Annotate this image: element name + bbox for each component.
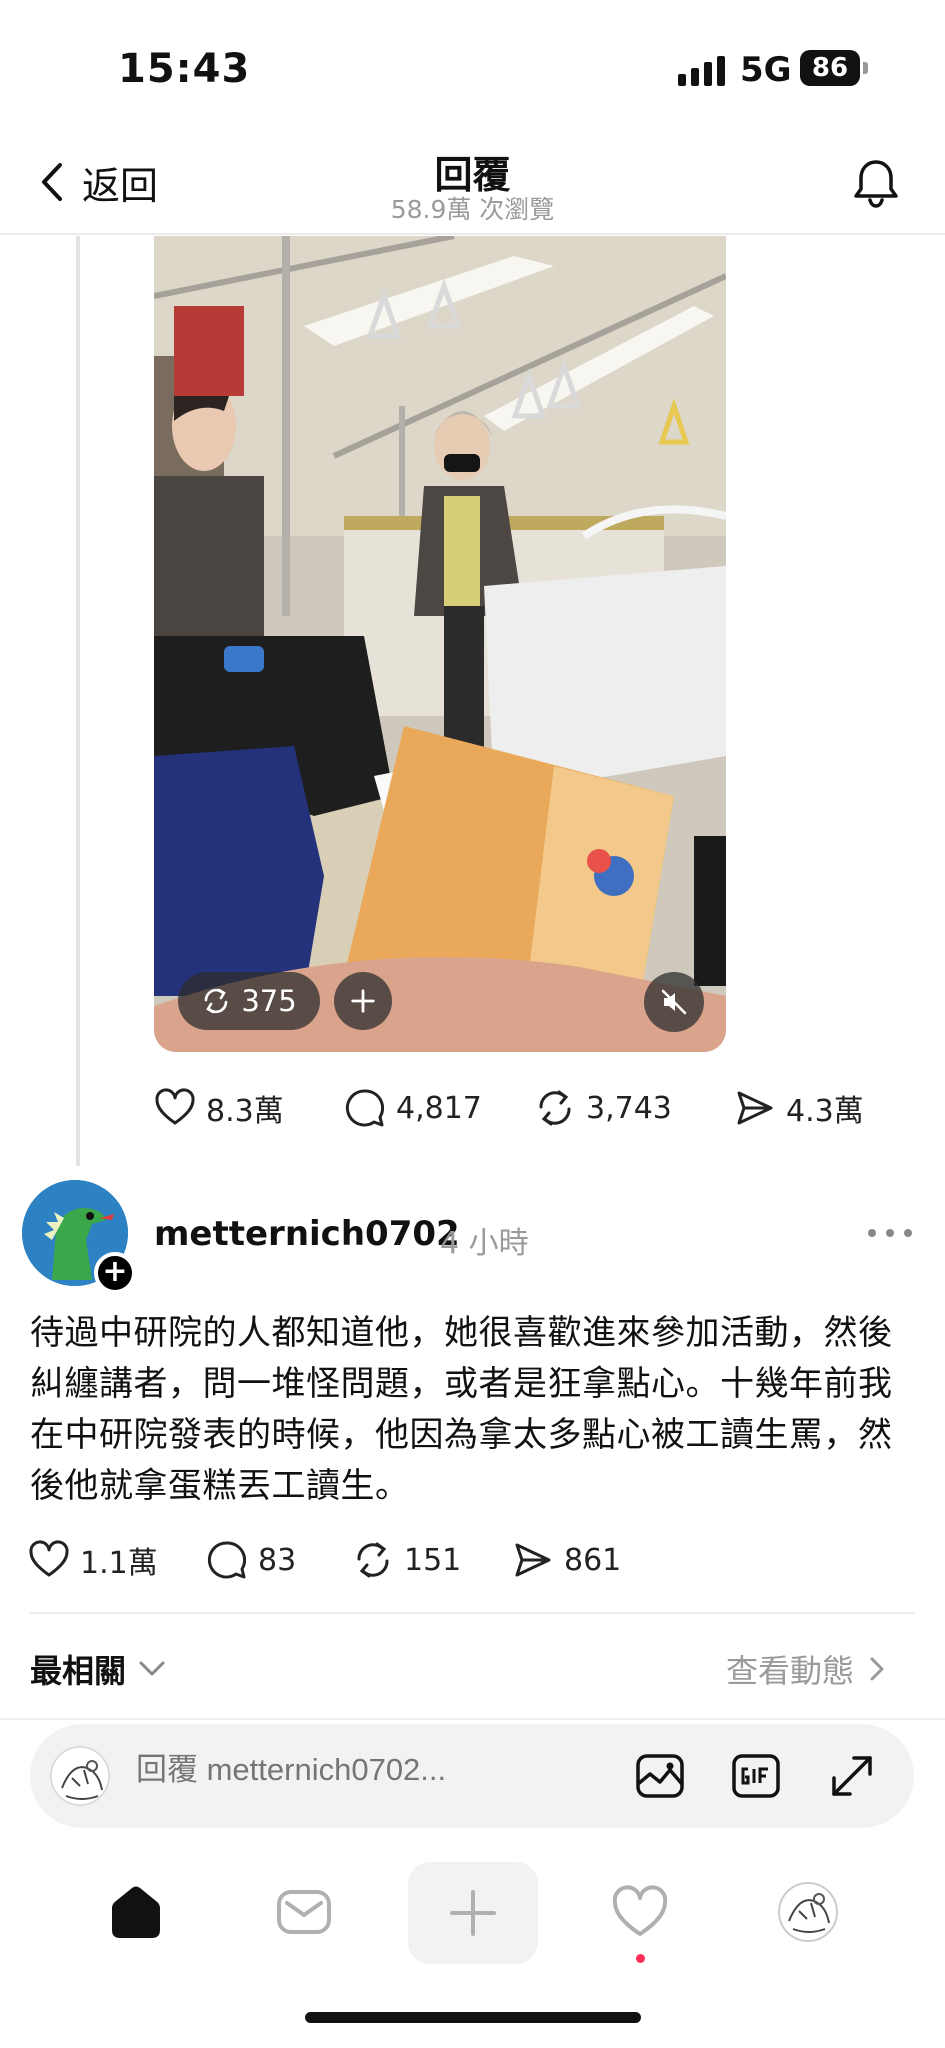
- chevron-right-icon: [870, 1657, 884, 1681]
- gif-icon[interactable]: [730, 1750, 782, 1802]
- thread-line: [76, 236, 80, 1166]
- speaker-muted-icon: [661, 989, 687, 1015]
- original-post-actions: 8.3萬 4,817 3,743 4.3萬: [154, 1086, 874, 1130]
- status-time: 15:43: [118, 46, 251, 92]
- notification-dot: [636, 1954, 645, 1963]
- view-activity-link[interactable]: 查看動態: [726, 1646, 886, 1692]
- signal-icon: [678, 56, 726, 86]
- reply-comment-button[interactable]: 83: [206, 1539, 352, 1581]
- plus-icon: [351, 989, 375, 1013]
- video-repost-count: 375: [241, 984, 297, 1018]
- reply-username[interactable]: metternich0702: [154, 1214, 460, 1254]
- nav-home[interactable]: [88, 1864, 184, 1960]
- repost-icon: [205, 988, 228, 1014]
- reply-input[interactable]: [136, 1752, 536, 1788]
- reply-comment-count: 83: [258, 1542, 297, 1578]
- expand-icon[interactable]: [826, 1750, 878, 1802]
- comment-count: 4,817: [396, 1090, 482, 1126]
- mute-button[interactable]: [644, 972, 704, 1032]
- chevron-down-icon: [139, 1661, 165, 1676]
- top-header: 返回 回覆 58.9萬 次瀏覽: [0, 130, 945, 235]
- view-count: 58.9萬 次瀏覽: [390, 195, 555, 224]
- video-repost-pill[interactable]: 375: [178, 972, 320, 1030]
- reply-actions: 1.1萬 83 151 861: [28, 1538, 668, 1582]
- send-icon: [737, 1091, 773, 1125]
- comment-button[interactable]: 4,817: [344, 1087, 534, 1129]
- video-add-button[interactable]: [334, 972, 392, 1030]
- repost-count: 3,743: [586, 1090, 672, 1126]
- view-activity-label: 查看動態: [726, 1652, 855, 1690]
- more-options-icon[interactable]: [868, 1216, 912, 1250]
- video-frame: [154, 236, 726, 1052]
- sort-label: 最相關: [30, 1652, 127, 1690]
- reply-text: 待過中研院的人都知道他，她很喜歡進來參加活動，然後糾纏講者，問一堆怪問題，或者是…: [30, 1313, 893, 1506]
- separator: [0, 1718, 945, 1720]
- share-count: 4.3萬: [786, 1094, 864, 1129]
- status-bar: 15:43 5G 86: [0, 0, 945, 130]
- reply-repost-count: 151: [404, 1542, 462, 1578]
- bottom-nav: [0, 1856, 945, 1976]
- network-type: 5G: [740, 50, 792, 90]
- repost-icon: [539, 1090, 571, 1126]
- user-avatar: [50, 1746, 110, 1806]
- home-indicator: [305, 2012, 641, 2023]
- plus-icon: [450, 1890, 496, 1936]
- sort-dropdown[interactable]: 最相關: [30, 1646, 166, 1692]
- video-player[interactable]: 375: [154, 236, 726, 1052]
- image-icon[interactable]: [634, 1750, 686, 1802]
- mail-icon: [277, 1890, 331, 1934]
- battery-tip: [863, 62, 868, 74]
- comment-icon: [345, 1089, 385, 1127]
- reply-repost-button[interactable]: 151: [352, 1539, 512, 1581]
- reply-like-button[interactable]: 1.1萬: [28, 1538, 206, 1582]
- battery-icon: 86: [800, 50, 860, 86]
- bell-icon[interactable]: [846, 154, 906, 214]
- reply-timestamp: 4 小時: [440, 1226, 529, 1261]
- heart-icon: [155, 1088, 195, 1125]
- nav-activity[interactable]: [592, 1864, 688, 1960]
- sketch-avatar-icon: [52, 1748, 108, 1804]
- reply-share-button[interactable]: 861: [512, 1539, 621, 1581]
- like-count: 8.3萬: [206, 1094, 284, 1129]
- heart-icon: [612, 1885, 668, 1936]
- profile-avatar-icon: [778, 1882, 838, 1942]
- share-button[interactable]: 4.3萬: [734, 1086, 864, 1130]
- comment-icon: [207, 1541, 247, 1579]
- reply-share-count: 861: [564, 1542, 622, 1578]
- like-button[interactable]: 8.3萬: [154, 1086, 344, 1130]
- heart-icon: [29, 1540, 69, 1577]
- reply-composer[interactable]: [30, 1724, 914, 1828]
- home-icon: [112, 1886, 160, 1938]
- repost-button[interactable]: 3,743: [534, 1087, 734, 1129]
- nav-inbox[interactable]: [256, 1864, 352, 1960]
- repost-icon: [357, 1542, 389, 1578]
- nav-profile[interactable]: [760, 1864, 856, 1960]
- nav-create-button[interactable]: [408, 1862, 538, 1964]
- send-icon: [515, 1543, 551, 1577]
- divider: [30, 1612, 915, 1614]
- follow-plus-button[interactable]: +: [94, 1252, 136, 1294]
- reply-like-count: 1.1萬: [80, 1546, 158, 1581]
